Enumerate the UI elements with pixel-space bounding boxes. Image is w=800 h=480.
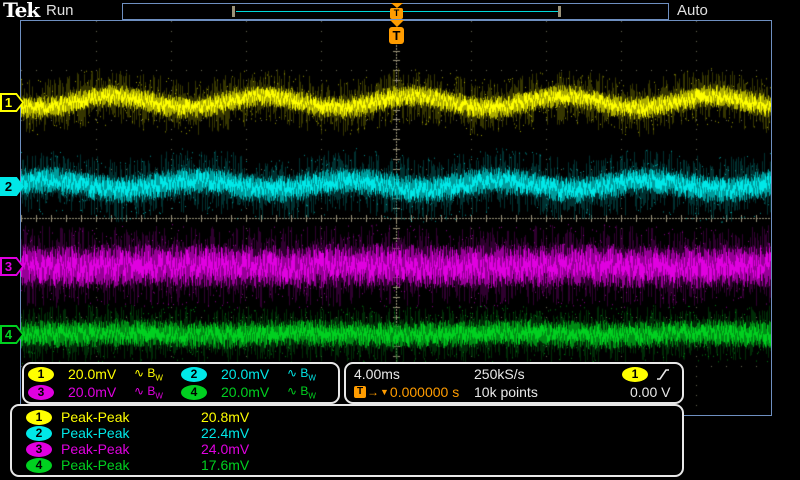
channel-3-scale: 20.0mV [68, 384, 130, 400]
measurement-row-ch2[interactable]: 2 Peak-Peak 22.4mV [26, 425, 682, 441]
record-window-left-bracket [232, 6, 235, 17]
measurements-box: 1 Peak-Peak 20.8mV 2 Peak-Peak 22.4mV 3 … [10, 404, 684, 477]
measurement-value: 17.6mV [201, 457, 249, 473]
channel-4-scale: 20.0mV [221, 384, 283, 400]
timebase-readout[interactable]: 4.00ms [354, 366, 474, 382]
record-length-readout: 10k points [474, 384, 622, 400]
trigger-mode-label: Auto [677, 2, 708, 19]
graticule [20, 20, 772, 416]
channel-2-position-marker[interactable]: 2 [0, 177, 24, 196]
measurement-value: 22.4mV [201, 425, 249, 441]
oscilloscope-screen: Tek Run Auto T T 1 2 3 4 1 20.0m [0, 0, 800, 480]
coupling-bandwidth-icon: ∿ BW [287, 384, 316, 400]
channel-4-position-marker[interactable]: 4 [0, 325, 24, 344]
measurement-name: Peak-Peak [61, 409, 201, 425]
channel-3-badge: 3 [26, 442, 52, 457]
sample-rate-readout: 250kS/s [474, 366, 622, 382]
channel-4-badge: 4 [26, 458, 52, 473]
trigger-source-badge[interactable]: 1 [622, 367, 648, 382]
record-view-bar[interactable]: T [122, 3, 669, 20]
channel-3-readout[interactable]: 3 20.0mV ∿ BW [28, 383, 181, 401]
record-trigger-position-icon: T [390, 3, 403, 19]
channel-3-position-marker[interactable]: 3 [0, 257, 24, 276]
horizontal-trigger-box: 4.00ms 250kS/s 1 T→▼0.000000 s 10k point… [344, 362, 684, 404]
channel-2-badge[interactable]: 2 [181, 367, 207, 382]
channel-2-scale: 20.0mV [221, 366, 283, 382]
coupling-bandwidth-icon: ∿ BW [287, 366, 316, 382]
channel-4-readout[interactable]: 4 20.0mV ∿ BW [181, 383, 334, 401]
trigger-level-readout[interactable]: 0.00 V [622, 384, 674, 400]
channel-1-readout[interactable]: 1 20.0mV ∿ BW [28, 365, 181, 383]
channel-1-position-marker[interactable]: 1 [0, 93, 24, 112]
channel-4-badge[interactable]: 4 [181, 385, 207, 400]
channel-3-badge[interactable]: 3 [28, 385, 54, 400]
measurement-name: Peak-Peak [61, 441, 201, 457]
measurement-name: Peak-Peak [61, 425, 201, 441]
trigger-t-icon: T [354, 386, 366, 398]
channel-1-badge[interactable]: 1 [28, 367, 54, 382]
measurement-row-ch4[interactable]: 4 Peak-Peak 17.6mV [26, 457, 682, 473]
acquisition-status: Run [46, 2, 74, 19]
channel-2-readout[interactable]: 2 20.0mV ∿ BW [181, 365, 334, 383]
measurement-value: 24.0mV [201, 441, 249, 457]
coupling-bandwidth-icon: ∿ BW [134, 366, 163, 382]
channel-2-badge: 2 [26, 426, 52, 441]
trigger-arrow-icon [390, 20, 404, 27]
measurement-row-ch1[interactable]: 1 Peak-Peak 20.8mV [26, 409, 682, 425]
measurement-name: Peak-Peak [61, 457, 201, 473]
rising-edge-icon [656, 367, 670, 382]
waveform-display [21, 21, 771, 415]
record-window-right-bracket [558, 6, 561, 17]
channel-1-badge: 1 [26, 410, 52, 425]
trigger-position-readout[interactable]: T→▼0.000000 s [354, 384, 474, 400]
measurement-value: 20.8mV [201, 409, 249, 425]
tek-logo: Tek [3, 0, 39, 22]
channel-1-scale: 20.0mV [68, 366, 130, 382]
channel-readout-box: 1 20.0mV ∿ BW 2 20.0mV ∿ BW 3 20.0mV ∿ B… [22, 362, 340, 404]
measurement-row-ch3[interactable]: 3 Peak-Peak 24.0mV [26, 441, 682, 457]
trigger-position-marker[interactable]: T [389, 20, 404, 44]
trigger-t-icon: T [389, 27, 404, 44]
coupling-bandwidth-icon: ∿ BW [134, 384, 163, 400]
